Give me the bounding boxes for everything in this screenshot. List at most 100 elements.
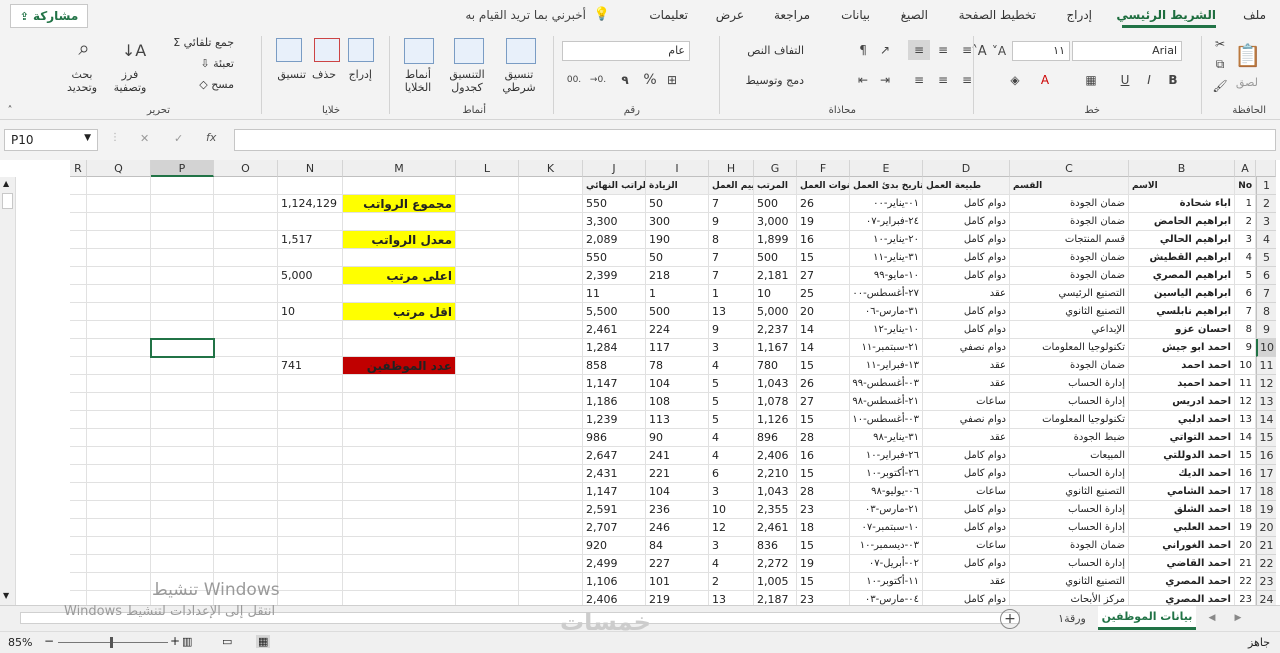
data-cell-G14[interactable]: 1,126 xyxy=(754,411,797,429)
cell-empty[interactable] xyxy=(456,393,519,411)
data-cell-J23[interactable]: 1,106 xyxy=(583,573,646,591)
data-cell-H16[interactable]: 4 xyxy=(709,447,754,465)
fill-color-icon[interactable]: ◈ xyxy=(1004,70,1026,90)
cell-empty[interactable] xyxy=(456,285,519,303)
align-center-icon[interactable]: ≡ xyxy=(932,70,954,90)
header-cell-H[interactable]: تقييم العمل xyxy=(709,177,754,195)
data-cell-F4[interactable]: 16 xyxy=(797,231,850,249)
cell-empty[interactable] xyxy=(456,555,519,573)
header-cell-F[interactable]: سنوات العمل xyxy=(797,177,850,195)
data-cell-H5[interactable]: 7 xyxy=(709,249,754,267)
tab-home[interactable]: الشريط الرئيسي xyxy=(1116,8,1216,22)
cell-empty[interactable] xyxy=(343,249,456,267)
row-header-11[interactable]: 11 xyxy=(1256,357,1276,375)
cell-empty[interactable] xyxy=(151,501,214,519)
scroll-tabs-right-icon[interactable]: ▶ xyxy=(1230,610,1246,626)
column-header-C[interactable]: C xyxy=(1010,160,1129,177)
data-cell-H9[interactable]: 9 xyxy=(709,321,754,339)
align-right-icon[interactable]: ≡ xyxy=(908,70,930,90)
data-cell-I10[interactable]: 117 xyxy=(646,339,709,357)
cell-empty[interactable] xyxy=(519,267,583,285)
insert-cells-button[interactable]: إدراج xyxy=(349,68,372,81)
cell-empty[interactable] xyxy=(278,321,343,339)
data-cell-I20[interactable]: 246 xyxy=(646,519,709,537)
data-cell-E23[interactable]: ١١-أكتوبر-١٠ xyxy=(850,573,923,591)
autosum-button[interactable]: جمع تلقائي Σ xyxy=(173,36,234,49)
wrap-text-button[interactable]: التفاف النص xyxy=(747,44,804,57)
data-cell-I4[interactable]: 190 xyxy=(646,231,709,249)
cell-empty[interactable] xyxy=(87,501,151,519)
cell-empty[interactable] xyxy=(456,357,519,375)
cell-empty[interactable] xyxy=(343,465,456,483)
insert-function-button[interactable]: fx xyxy=(206,131,216,144)
format-as-table-icon[interactable] xyxy=(454,38,484,64)
data-cell-C5[interactable]: ضمان الجودة xyxy=(1010,249,1129,267)
cell-empty[interactable] xyxy=(214,285,278,303)
data-cell-F21[interactable]: 15 xyxy=(797,537,850,555)
data-cell-F9[interactable]: 14 xyxy=(797,321,850,339)
cell-empty[interactable] xyxy=(278,483,343,501)
cell-empty[interactable] xyxy=(519,555,583,573)
cell-empty[interactable] xyxy=(87,555,151,573)
data-cell-J16[interactable]: 2,647 xyxy=(583,447,646,465)
cell-empty[interactable] xyxy=(87,177,151,195)
data-cell-H17[interactable]: 6 xyxy=(709,465,754,483)
data-cell-F19[interactable]: 23 xyxy=(797,501,850,519)
cell-empty[interactable] xyxy=(343,321,456,339)
data-cell-G18[interactable]: 1,043 xyxy=(754,483,797,501)
cell-empty[interactable] xyxy=(519,285,583,303)
cell-empty[interactable] xyxy=(151,177,214,195)
cell-empty[interactable] xyxy=(151,519,214,537)
cell-empty[interactable] xyxy=(87,321,151,339)
zoom-level[interactable]: 85% xyxy=(8,636,32,649)
collapse-ribbon-icon[interactable]: ˄ xyxy=(4,104,16,116)
data-cell-A9[interactable]: 8 xyxy=(1235,321,1256,339)
data-cell-I7[interactable]: 1 xyxy=(646,285,709,303)
cell-empty[interactable] xyxy=(519,483,583,501)
data-cell-G6[interactable]: 2,181 xyxy=(754,267,797,285)
data-cell-G4[interactable]: 1,899 xyxy=(754,231,797,249)
data-cell-G2[interactable]: 500 xyxy=(754,195,797,213)
cell-empty[interactable] xyxy=(151,537,214,555)
cell-empty[interactable] xyxy=(151,555,214,573)
cell-empty[interactable] xyxy=(278,177,343,195)
data-cell-F20[interactable]: 18 xyxy=(797,519,850,537)
cell-empty[interactable] xyxy=(151,357,214,375)
conditional-format-icon[interactable] xyxy=(506,38,536,64)
data-cell-E6[interactable]: ١٠-مايو-٩٩ xyxy=(850,267,923,285)
data-cell-J2[interactable]: 550 xyxy=(583,195,646,213)
data-cell-B11[interactable]: احمد احمد xyxy=(1129,357,1235,375)
cell-empty[interactable] xyxy=(456,177,519,195)
data-cell-A13[interactable]: 12 xyxy=(1235,393,1256,411)
rtl-icon[interactable]: ¶ xyxy=(852,40,874,60)
cell-empty[interactable] xyxy=(70,303,87,321)
summary-label-4[interactable]: اقل مرتب xyxy=(343,303,456,321)
cell-empty[interactable] xyxy=(87,303,151,321)
data-cell-B22[interactable]: احمد القاضي xyxy=(1129,555,1235,573)
data-cell-A10[interactable]: 9 xyxy=(1235,339,1256,357)
data-cell-B9[interactable]: احسان عزو xyxy=(1129,321,1235,339)
data-cell-I18[interactable]: 104 xyxy=(646,483,709,501)
cell-empty[interactable] xyxy=(151,195,214,213)
underline-button[interactable]: U xyxy=(1116,70,1134,90)
data-cell-A18[interactable]: 17 xyxy=(1235,483,1256,501)
cell-empty[interactable] xyxy=(456,303,519,321)
cell-empty[interactable] xyxy=(278,591,343,605)
data-cell-G24[interactable]: 2,187 xyxy=(754,591,797,605)
row-header-24[interactable]: 24 xyxy=(1256,591,1276,605)
cell-empty[interactable] xyxy=(519,321,583,339)
data-cell-C7[interactable]: التصنيع الرئيسي xyxy=(1010,285,1129,303)
cell-empty[interactable] xyxy=(519,231,583,249)
cell-empty[interactable] xyxy=(87,537,151,555)
data-cell-I21[interactable]: 84 xyxy=(646,537,709,555)
data-cell-C19[interactable]: إدارة الحساب xyxy=(1010,501,1129,519)
cell-empty[interactable] xyxy=(87,267,151,285)
cell-empty[interactable] xyxy=(519,411,583,429)
cell-empty[interactable] xyxy=(343,375,456,393)
data-cell-J6[interactable]: 2,399 xyxy=(583,267,646,285)
row-header-18[interactable]: 18 xyxy=(1256,483,1276,501)
cell-empty[interactable] xyxy=(278,501,343,519)
summary-label-1[interactable]: مجموع الرواتب xyxy=(343,195,456,213)
data-cell-E21[interactable]: ٠٣-ديسمبر-١٠ xyxy=(850,537,923,555)
insert-cells-icon[interactable] xyxy=(348,38,374,62)
